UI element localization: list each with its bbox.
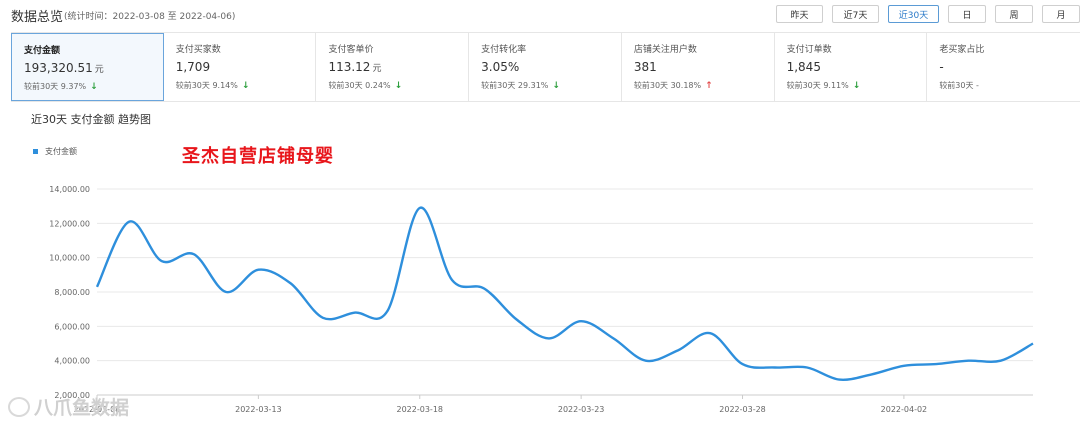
x-tick-label: 2022-03-18 xyxy=(397,405,444,414)
series-line-payment-amount xyxy=(95,206,1034,381)
x-tick-label: 2022-03-28 xyxy=(719,405,766,414)
watermark-text: 八爪鱼数据 xyxy=(34,397,130,419)
y-tick-label: 4,000.00 xyxy=(54,357,90,366)
watermark: 八爪鱼数据 xyxy=(8,393,129,420)
x-tick-label: 2022-03-13 xyxy=(235,405,282,414)
x-tick-label: 2022-04-02 xyxy=(881,405,928,414)
trend-chart: 2,000.004,000.006,000.008,000.0010,000.0… xyxy=(49,185,1034,414)
octopus-logo-icon xyxy=(8,396,30,417)
y-tick-label: 14,000.00 xyxy=(49,185,90,194)
y-tick-label: 10,000.00 xyxy=(49,254,90,263)
y-tick-label: 6,000.00 xyxy=(54,322,90,331)
y-tick-label: 8,000.00 xyxy=(54,288,90,297)
y-tick-label: 12,000.00 xyxy=(49,219,90,228)
x-tick-label: 2022-03-23 xyxy=(558,405,605,414)
